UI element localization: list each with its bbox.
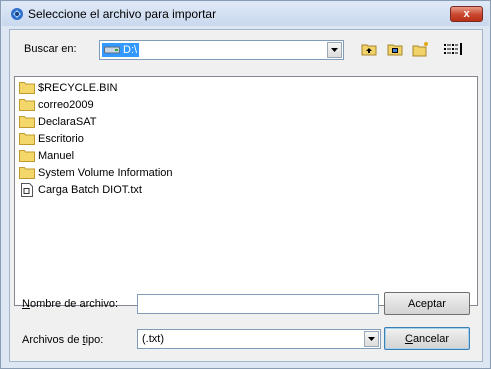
title-bar[interactable]: Seleccione el archivo para importar x bbox=[2, 2, 489, 26]
look-in-combobox[interactable]: D:\ bbox=[99, 40, 344, 60]
chevron-down-icon[interactable] bbox=[364, 331, 379, 347]
look-in-toolbar: Buscar en: D:\ bbox=[10, 30, 482, 66]
file-list[interactable]: $RECYCLE.BIN correo2009 DeclaraSAT Escri… bbox=[14, 76, 478, 306]
file-open-dialog: Seleccione el archivo para importar x Bu… bbox=[0, 0, 491, 369]
close-button[interactable]: x bbox=[450, 6, 483, 22]
view-menu-button[interactable] bbox=[436, 39, 470, 59]
drive-icon bbox=[104, 46, 120, 54]
list-item-label: Escritorio bbox=[38, 132, 84, 145]
new-folder-button[interactable] bbox=[410, 39, 432, 59]
folder-icon bbox=[19, 98, 35, 112]
new-folder-icon bbox=[412, 42, 428, 57]
look-in-value-text: D:\ bbox=[123, 44, 138, 56]
folder-icon bbox=[19, 149, 35, 163]
filetype-value: (.txt) bbox=[142, 333, 164, 345]
list-item[interactable]: Escritorio bbox=[19, 130, 84, 147]
list-item-label: Carga Batch DIOT.txt bbox=[38, 183, 142, 196]
look-in-label: Buscar en: bbox=[24, 43, 77, 55]
window-title: Seleccione el archivo para importar bbox=[28, 7, 217, 21]
filename-label: Nombre de archivo: bbox=[22, 298, 118, 310]
list-item-label: DeclaraSAT bbox=[38, 115, 97, 128]
list-item-label: correo2009 bbox=[38, 98, 94, 111]
desktop-icon bbox=[387, 44, 403, 56]
folder-icon bbox=[19, 81, 35, 95]
folder-icon bbox=[19, 166, 35, 180]
chevron-down-icon[interactable] bbox=[327, 42, 342, 58]
dialog-client-area: Buscar en: D:\ $RECYCLE.BIN correo2009 D… bbox=[9, 29, 483, 362]
list-item[interactable]: Carga Batch DIOT.txt bbox=[19, 181, 142, 198]
list-item[interactable]: $RECYCLE.BIN bbox=[19, 79, 117, 96]
folder-icon bbox=[19, 115, 35, 129]
list-view-icon bbox=[444, 43, 462, 55]
text-file-icon bbox=[19, 182, 35, 197]
up-folder-icon bbox=[361, 44, 377, 56]
app-icon bbox=[10, 7, 24, 21]
list-item[interactable]: correo2009 bbox=[19, 96, 94, 113]
list-item[interactable]: DeclaraSAT bbox=[19, 113, 96, 130]
list-item-label: System Volume Information bbox=[38, 166, 173, 179]
desktop-button[interactable] bbox=[384, 39, 406, 59]
list-item-label: $RECYCLE.BIN bbox=[38, 81, 118, 94]
list-item-label: Manuel bbox=[38, 149, 75, 162]
folder-icon bbox=[19, 132, 35, 146]
filetype-combobox[interactable]: (.txt) bbox=[137, 329, 381, 349]
cancel-button[interactable]: Cancelar bbox=[384, 327, 470, 350]
filetype-label: Archivos de tipo: bbox=[22, 334, 104, 346]
accept-button[interactable]: Aceptar bbox=[384, 292, 470, 315]
filename-input[interactable] bbox=[137, 294, 379, 314]
list-item[interactable]: System Volume Information bbox=[19, 164, 173, 181]
close-icon: x bbox=[463, 7, 470, 20]
list-item[interactable]: Manuel bbox=[19, 147, 74, 164]
up-folder-button[interactable] bbox=[358, 39, 380, 59]
look-in-value: D:\ bbox=[102, 43, 140, 57]
